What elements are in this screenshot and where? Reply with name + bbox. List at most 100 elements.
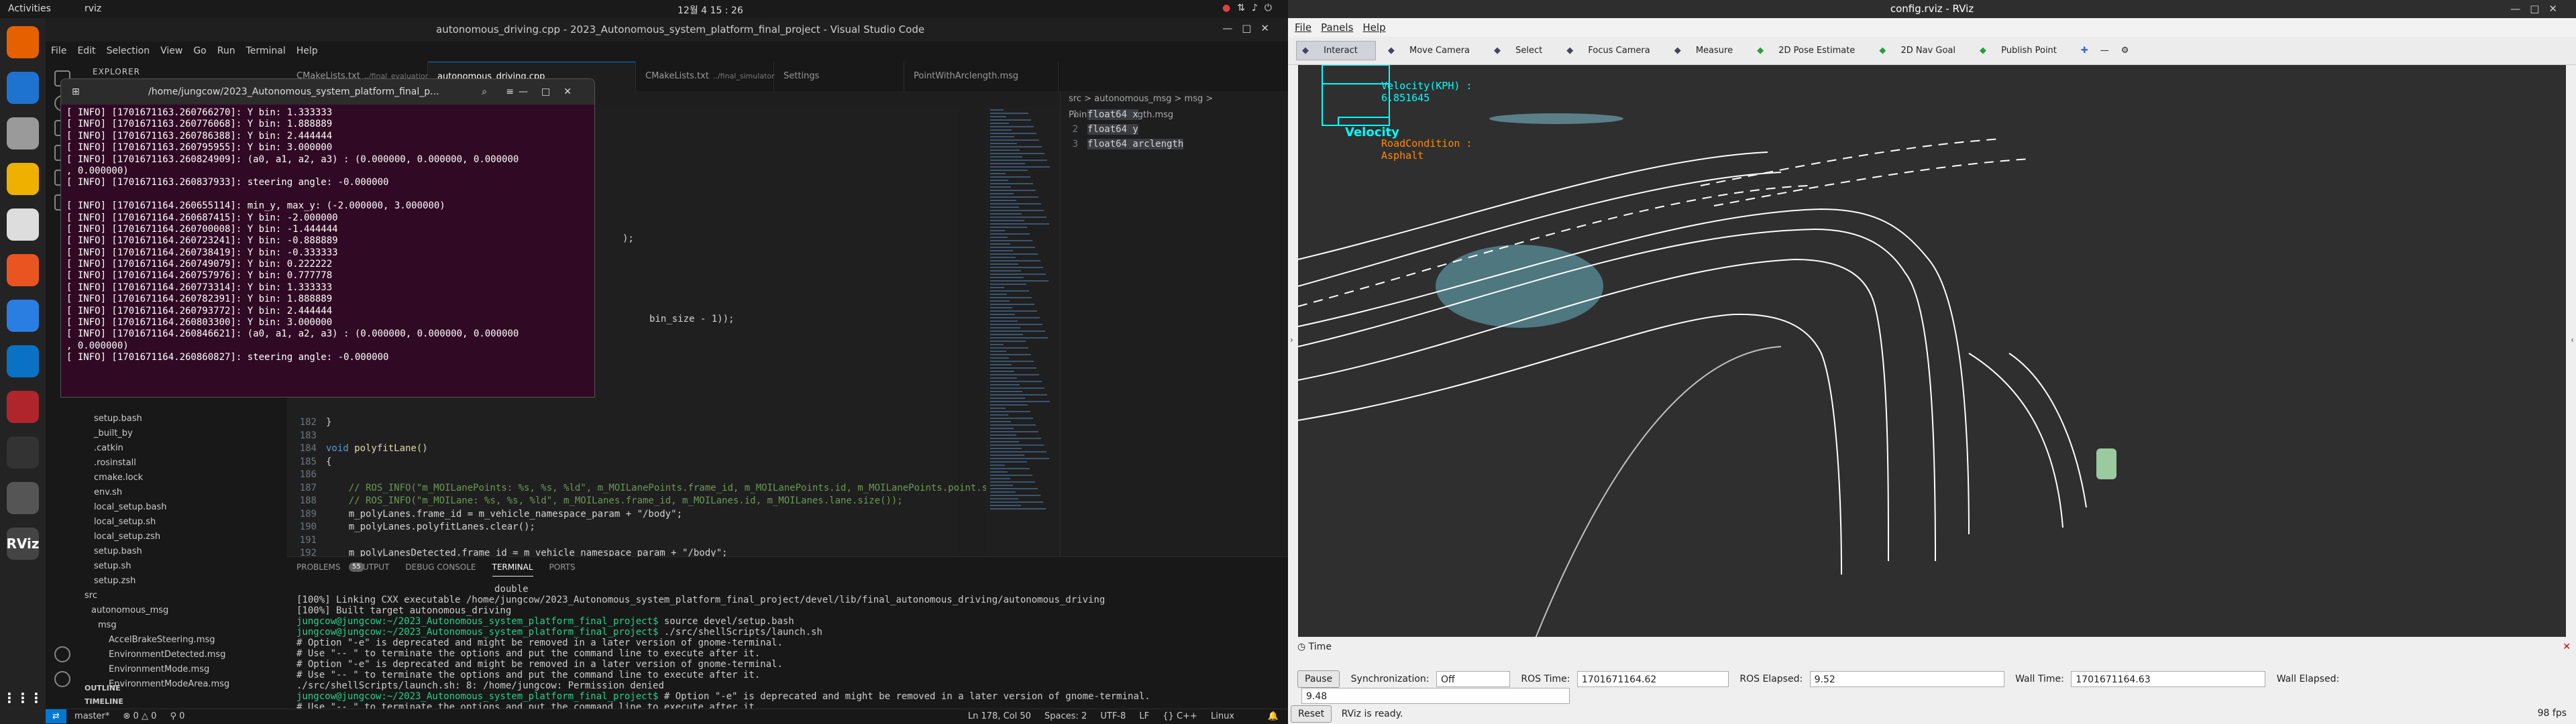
file-tree-item[interactable]: EnvironmentDetected.msg xyxy=(79,648,287,662)
tool-2d-nav-goal[interactable]: ◆ 2D Nav Goal xyxy=(1879,46,1968,56)
ros-time-field[interactable]: 1701671164.62 xyxy=(1576,671,1729,687)
gnome-terminal-window[interactable]: ⊞ /home/jungcow/2023_Autonomous_system_p… xyxy=(60,78,595,398)
file-tree-item[interactable]: setup.bash xyxy=(79,412,287,426)
tab-2[interactable]: CMakeLists.txt ../final_simulator xyxy=(636,62,775,91)
window-controls[interactable]: —□✕ xyxy=(1222,22,1279,34)
file-tree-item[interactable]: .rosinstall xyxy=(79,456,287,471)
encoding[interactable]: UTF-8 xyxy=(1100,711,1126,721)
ros-elapsed-field[interactable]: 9.52 xyxy=(1809,671,2004,687)
file-tree-item[interactable]: autonomous_msg xyxy=(79,603,287,618)
terminal-red-icon[interactable] xyxy=(7,391,39,423)
tool-settings-icon[interactable]: ⚙ xyxy=(2121,46,2129,56)
file-tree-item[interactable]: _built_by xyxy=(79,426,287,441)
tool-2d-pose-estimate[interactable]: ◆ 2D Pose Estimate xyxy=(1757,46,1867,56)
terminal-window-controls[interactable]: —□✕ xyxy=(519,79,585,105)
sync-select[interactable]: Off xyxy=(1436,671,1510,687)
reset-button[interactable]: Reset xyxy=(1291,705,1332,723)
menu-go[interactable]: Go xyxy=(188,42,211,56)
tab-3[interactable]: Settings xyxy=(774,62,904,91)
firefox-icon[interactable] xyxy=(7,26,39,58)
rviz-menu-help[interactable]: Help xyxy=(1362,21,1385,34)
system-tray[interactable]: ●⇅♪⏻ xyxy=(1222,3,1279,13)
wall-elapsed-field[interactable]: 9.48 xyxy=(1301,688,1570,704)
rviz-icon[interactable]: RViz xyxy=(6,528,40,560)
file-tree-item[interactable]: .catkin xyxy=(79,441,287,456)
rviz-menu-file[interactable]: File xyxy=(1295,21,1311,34)
problems-indicator[interactable]: ⊗ 0 △ 0 xyxy=(123,711,157,721)
tool-focus-camera[interactable]: ◆ Focus Camera xyxy=(1566,46,1662,56)
add-tool-icon[interactable]: ✚ xyxy=(2081,46,2088,56)
language-mode[interactable]: {} C++ xyxy=(1163,711,1197,721)
thunderbird-icon[interactable] xyxy=(7,72,39,104)
terminal-output[interactable]: double [100%] Linking CXX executable /hom… xyxy=(297,584,1276,713)
panel-tab-ports[interactable]: PORTS xyxy=(549,562,576,572)
new-tab-icon[interactable]: ⊞ xyxy=(72,79,80,105)
close-panel-icon[interactable]: ✕ xyxy=(2563,640,2571,654)
tool-publish-point[interactable]: ◆ Publish Point xyxy=(1980,46,2069,56)
timeline-section[interactable]: TIMELINE xyxy=(85,695,123,709)
msg-breadcrumb[interactable]: src > autonomous_msg > msg > PointWithAr… xyxy=(1061,91,1288,120)
file-tree-item[interactable]: msg xyxy=(79,618,287,633)
menu-edit[interactable]: Edit xyxy=(72,42,101,56)
tool-interact[interactable]: ◆ Interact xyxy=(1296,41,1376,60)
3d-view[interactable]: Velocity(KPH) : 6.851645 Velocity RoadCo… xyxy=(1297,64,2566,724)
manage-gear-icon[interactable] xyxy=(54,671,70,687)
remote-indicator[interactable]: ⇄ xyxy=(46,709,66,723)
rviz-menu-panels[interactable]: Panels xyxy=(1321,21,1353,34)
menu-run[interactable]: Run xyxy=(212,42,241,56)
wall-time-field[interactable]: 1701671164.63 xyxy=(2071,671,2266,687)
image-viewer-icon[interactable] xyxy=(7,482,39,514)
bell-icon[interactable]: 🔔 xyxy=(1268,711,1279,721)
tool-measure[interactable]: ◆ Measure xyxy=(1674,46,1745,56)
menu-icon[interactable]: ≡ xyxy=(506,79,514,105)
vscode-icon[interactable] xyxy=(7,345,39,377)
minimap[interactable] xyxy=(986,107,1060,556)
terminal-icon[interactable] xyxy=(7,436,39,469)
panel-tab-debug-console[interactable]: DEBUG CONSOLE xyxy=(405,562,476,572)
app-menu[interactable]: rviz xyxy=(85,3,101,14)
remove-tool-icon[interactable]: — xyxy=(2100,46,2109,56)
terminal-body[interactable]: [ INFO] [1701671163.260766270]: Y bin: 1… xyxy=(61,105,594,367)
tool-move-camera[interactable]: ◆ Move Camera xyxy=(1388,46,1482,56)
show-apps-icon[interactable]: ⋮⋮⋮ xyxy=(3,682,43,714)
search-icon[interactable]: ⌕ xyxy=(482,79,487,105)
menu-file[interactable]: File xyxy=(46,42,72,56)
file-tree-item[interactable]: cmake.lock xyxy=(79,471,287,485)
tool-select[interactable]: ◆ Select xyxy=(1494,46,1554,56)
left-dock-handle[interactable]: › xyxy=(1290,335,1293,345)
ports-indicator[interactable]: ⚲ 0 xyxy=(170,711,185,721)
file-tree-item[interactable]: EnvironmentMode.msg xyxy=(79,662,287,677)
file-tree-item[interactable]: local_setup.zsh xyxy=(79,530,287,544)
clock[interactable]: 12월 4 15 : 26 xyxy=(678,3,743,17)
activities-button[interactable]: Activities xyxy=(8,3,51,14)
eol[interactable]: LF xyxy=(1139,711,1149,721)
menu-selection[interactable]: Selection xyxy=(101,42,156,56)
file-tree-item[interactable]: local_setup.sh xyxy=(79,515,287,530)
file-tree-item[interactable]: src xyxy=(79,589,287,603)
menu-help[interactable]: Help xyxy=(291,42,323,56)
file-tree-item[interactable]: env.sh xyxy=(79,485,287,500)
file-tree-item[interactable]: setup.bash xyxy=(79,544,287,559)
panel-tab-problems[interactable]: PROBLEMS xyxy=(297,562,341,572)
rviz-window-controls[interactable]: —□✕ xyxy=(2510,0,2567,18)
account-icon[interactable] xyxy=(54,646,70,662)
right-dock-handle[interactable]: ‹ xyxy=(2571,335,2574,345)
rhythmbox-icon[interactable] xyxy=(7,163,39,195)
outline-section[interactable]: OUTLINE xyxy=(85,681,121,696)
file-tree-item[interactable]: AccelBrakeSteering.msg xyxy=(79,633,287,648)
panel-tab-terminal[interactable]: TERMINAL xyxy=(492,562,533,577)
branch-indicator[interactable]: master* xyxy=(74,711,109,721)
file-tree-item[interactable]: setup.zsh xyxy=(79,574,287,589)
libreoffice-icon[interactable] xyxy=(7,208,39,241)
os-indicator[interactable]: Linux xyxy=(1211,711,1234,721)
file-tree-item[interactable]: local_setup.bash xyxy=(79,500,287,515)
files-icon[interactable] xyxy=(7,117,39,149)
menu-view[interactable]: View xyxy=(155,42,188,56)
appcenter-icon[interactable] xyxy=(7,254,39,286)
indentation[interactable]: Spaces: 2 xyxy=(1044,711,1087,721)
cursor-position[interactable]: Ln 178, Col 50 xyxy=(968,711,1031,721)
menu-terminal[interactable]: Terminal xyxy=(241,42,291,56)
tab-4[interactable]: PointWithArclength.msg xyxy=(904,62,1059,91)
msg-editor[interactable]: src > autonomous_msg > msg > PointWithAr… xyxy=(1060,91,1288,556)
pause-button[interactable]: Pause xyxy=(1297,670,1340,688)
